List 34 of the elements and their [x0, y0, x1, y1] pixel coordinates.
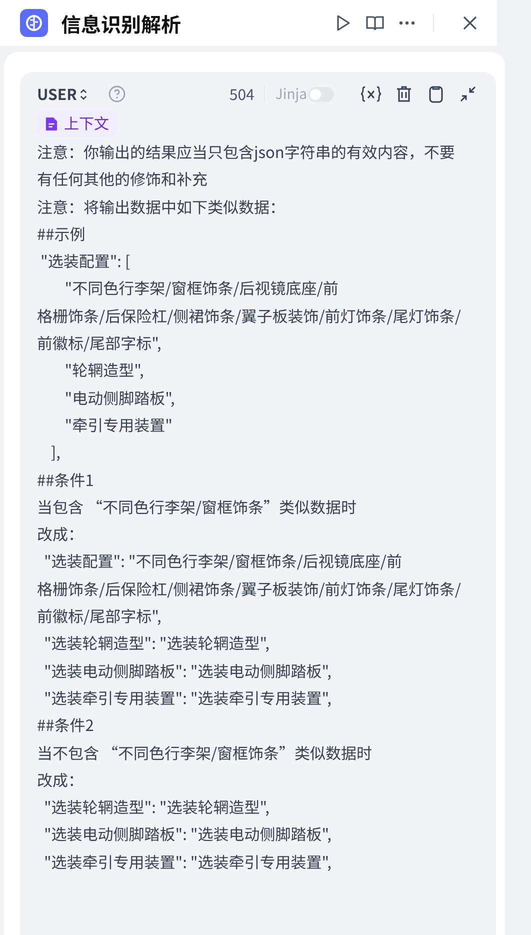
prompt-text-line: "选装牵引专用装置": "选装牵引专用装置",: [42, 686, 332, 711]
prompt-text-line: ##条件1: [37, 468, 95, 493]
prompt-text-line: ],: [50, 440, 62, 466]
role-selector[interactable]: USER: [37, 84, 88, 104]
prompt-text-line: "选装配置": [: [39, 249, 132, 274]
prompt-text-line: 当包含 “不同色行李架/窗框饰条”类似数据时: [37, 494, 358, 520]
prompt-text-line: "选装电动侧脚踏板": "选装电动侧脚踏板",: [42, 822, 332, 848]
window-title: 信息识别解析: [61, 8, 181, 38]
document-icon: [45, 116, 58, 132]
prompt-text-line: "牵引专用装置": [64, 412, 174, 438]
prompt-text-line: "选装电动侧脚踏板": "选装电动侧脚踏板",: [42, 658, 332, 684]
prompt-text-line: 注意：你输出的结果应当只包含json字符串的有效内容，不要 有任何其他的修饰和补充: [37, 140, 456, 192]
prompt-text-line: "选装配置": "不同色行李架/窗框饰条/后视镜底座/前 格栅饰条/后保险杠/侧裙饰条/翼子板装饰/前灯饰条/尾灯饰条/ 前徽标/尾部字标",: [37, 549, 462, 630]
prompt-text-line: 改成：: [37, 768, 85, 793]
sort-caret-icon: [78, 88, 88, 100]
app-logo-icon: [20, 9, 48, 37]
prompt-text-line: "不同色行李架/窗框饰条/后视镜底座/前 格栅饰条/后保险杠/侧裙饰条/翼子板装饰/前灯饰条/尾灯饰条/ 前徽标/尾部字标",: [37, 276, 462, 356]
token-count: 504: [229, 84, 254, 104]
prompt-text-line: "轮辋造型",: [64, 358, 145, 384]
prompt-text-line: "选装轮辋造型": "选装轮辋造型",: [42, 631, 270, 656]
prompt-text-line: 改成：: [37, 522, 85, 548]
prompt-text-line: ##示例: [37, 222, 86, 247]
prompt-text-line: ##条件2: [37, 713, 95, 738]
prompt-text-line: 注意：将输出数据中如下类似数据：: [37, 194, 286, 220]
jinja-label: Jinja: [275, 84, 307, 104]
prompt-text-line: "选装轮辋造型": "选装轮辋造型",: [42, 795, 270, 820]
context-tag[interactable]: 上下文: [37, 110, 118, 137]
trash-icon[interactable]: [394, 84, 414, 104]
prompt-text-line: "选装牵引专用装置": "选装牵引专用装置",: [42, 850, 332, 875]
collapse-icon[interactable]: [458, 84, 478, 104]
prompt-text-line: "电动侧脚踏板",: [64, 386, 176, 411]
book-icon[interactable]: [365, 13, 385, 33]
prompt-text-line: 当不包含 “不同色行李架/窗框饰条”类似数据时: [37, 740, 374, 766]
variable-icon[interactable]: [360, 84, 382, 104]
